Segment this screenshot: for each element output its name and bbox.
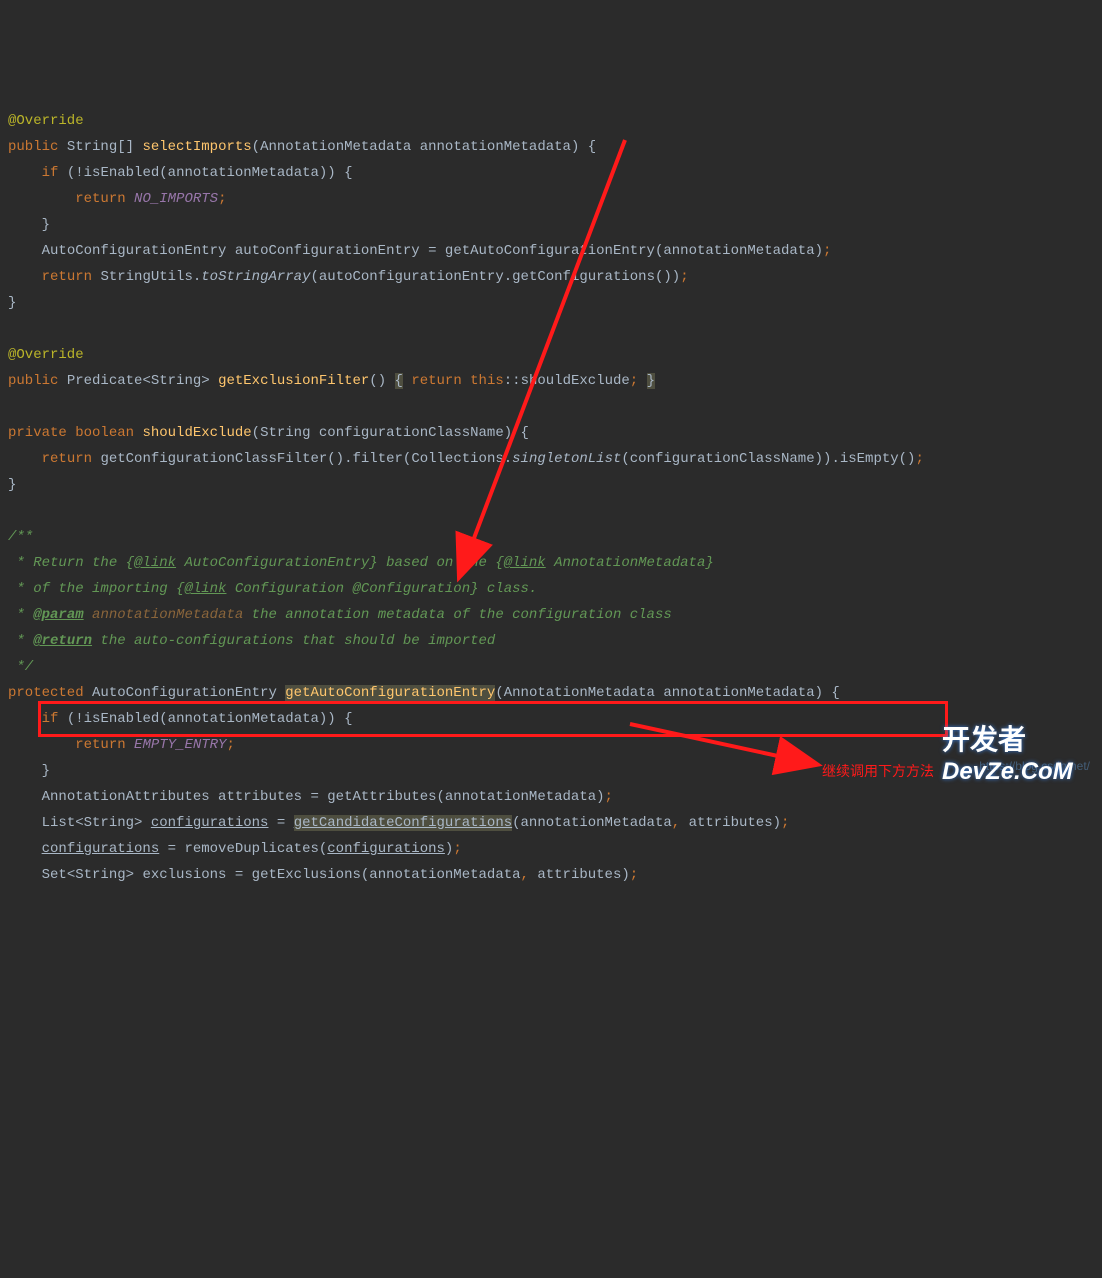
highlighted-method[interactable]: getAutoConfigurationEntry <box>285 685 495 701</box>
annotation-text: 继续调用下方方法 <box>822 758 934 784</box>
logo-overlay: 开发者 DevZe.CoM <box>942 727 1102 797</box>
annotation-override: @Override <box>8 113 84 129</box>
